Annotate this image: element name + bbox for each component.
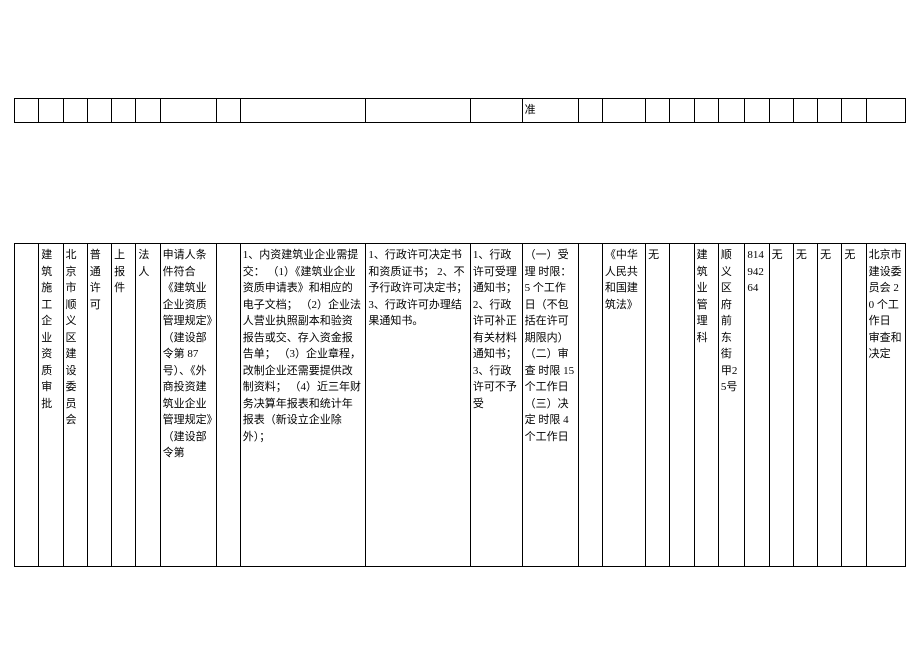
cell-report-type: 上报件 bbox=[112, 244, 136, 567]
cell bbox=[866, 99, 905, 123]
cell bbox=[216, 244, 240, 567]
cell bbox=[718, 99, 744, 123]
cell bbox=[240, 99, 366, 123]
table-row: 建筑施工企业资质审批 北京市顺义区建设委员会 普通许可 上报件 法人 申请人条件… bbox=[15, 244, 906, 567]
table-main: 建筑施工企业资质审批 北京市顺义区建设委员会 普通许可 上报件 法人 申请人条件… bbox=[14, 243, 906, 567]
cell-department: 建筑业管理科 bbox=[694, 244, 718, 567]
cell bbox=[670, 99, 694, 123]
cell-supervisor: 北京市建设委员会 20 个工作日 审查和决定 bbox=[866, 244, 905, 567]
cell: 无 bbox=[793, 244, 817, 567]
cell bbox=[470, 99, 522, 123]
cell bbox=[216, 99, 240, 123]
cell-applicant-type: 法人 bbox=[136, 244, 160, 567]
cell bbox=[366, 99, 471, 123]
cell: 无 bbox=[769, 244, 793, 567]
cell bbox=[39, 99, 63, 123]
table-row: 准 bbox=[15, 99, 906, 123]
cell-conditions: 申请人条件符合《建筑业企业资质管理规定》（建设部令第 87 号）、《外商投资建筑… bbox=[160, 244, 216, 567]
cell-notice-docs: 1、行政许可受理通知书； 2、行政许可补正有关材料通知书； 3、行政许可不予受 bbox=[470, 244, 522, 567]
cell-agency: 北京市顺义区建设委员会 bbox=[63, 244, 87, 567]
cell-materials: 1、内资建筑业企业需提交： （1）《建筑业企业资质申请表》和相应的电子文档； （… bbox=[240, 244, 366, 567]
document-page: 准 建筑施工企业资质审批 北京市顺义区建设委员会 普通许可 上报件 法人 申请人… bbox=[0, 0, 920, 651]
table-top-fragment: 准 bbox=[14, 98, 906, 123]
cell-phone: 81494264 bbox=[745, 244, 769, 567]
cell bbox=[769, 99, 793, 123]
cell-decision-docs: 1、行政许可决定书和资质证书； 2、不予行政许可决定书； 3、行政许可办理结果通… bbox=[366, 244, 471, 567]
cell: 准 bbox=[522, 99, 578, 123]
cell bbox=[15, 99, 39, 123]
cell bbox=[793, 99, 817, 123]
cell bbox=[646, 99, 670, 123]
cell-time-limits: （一）受理 时限：5 个工作日（不包括在许可期限内） （二）审查 时限 15 个… bbox=[522, 244, 578, 567]
cell bbox=[15, 244, 39, 567]
cell-address: 顺义区府前东街甲25号 bbox=[718, 244, 744, 567]
cell bbox=[670, 244, 694, 567]
cell-permit-type: 普通许可 bbox=[87, 244, 111, 567]
cell bbox=[602, 99, 645, 123]
cell bbox=[694, 99, 718, 123]
cell bbox=[63, 99, 87, 123]
cell: 无 bbox=[842, 244, 866, 567]
cell bbox=[818, 99, 842, 123]
cell bbox=[745, 99, 769, 123]
cell bbox=[112, 99, 136, 123]
cell bbox=[87, 99, 111, 123]
cell bbox=[842, 99, 866, 123]
cell-legal-basis: 《中华人民共和国建筑法》 bbox=[602, 244, 645, 567]
cell: 无 bbox=[818, 244, 842, 567]
cell-fee: 无 bbox=[646, 244, 670, 567]
cell bbox=[578, 99, 602, 123]
cell bbox=[578, 244, 602, 567]
cell bbox=[160, 99, 216, 123]
cell bbox=[136, 99, 160, 123]
cell-item-name: 建筑施工企业资质审批 bbox=[39, 244, 63, 567]
